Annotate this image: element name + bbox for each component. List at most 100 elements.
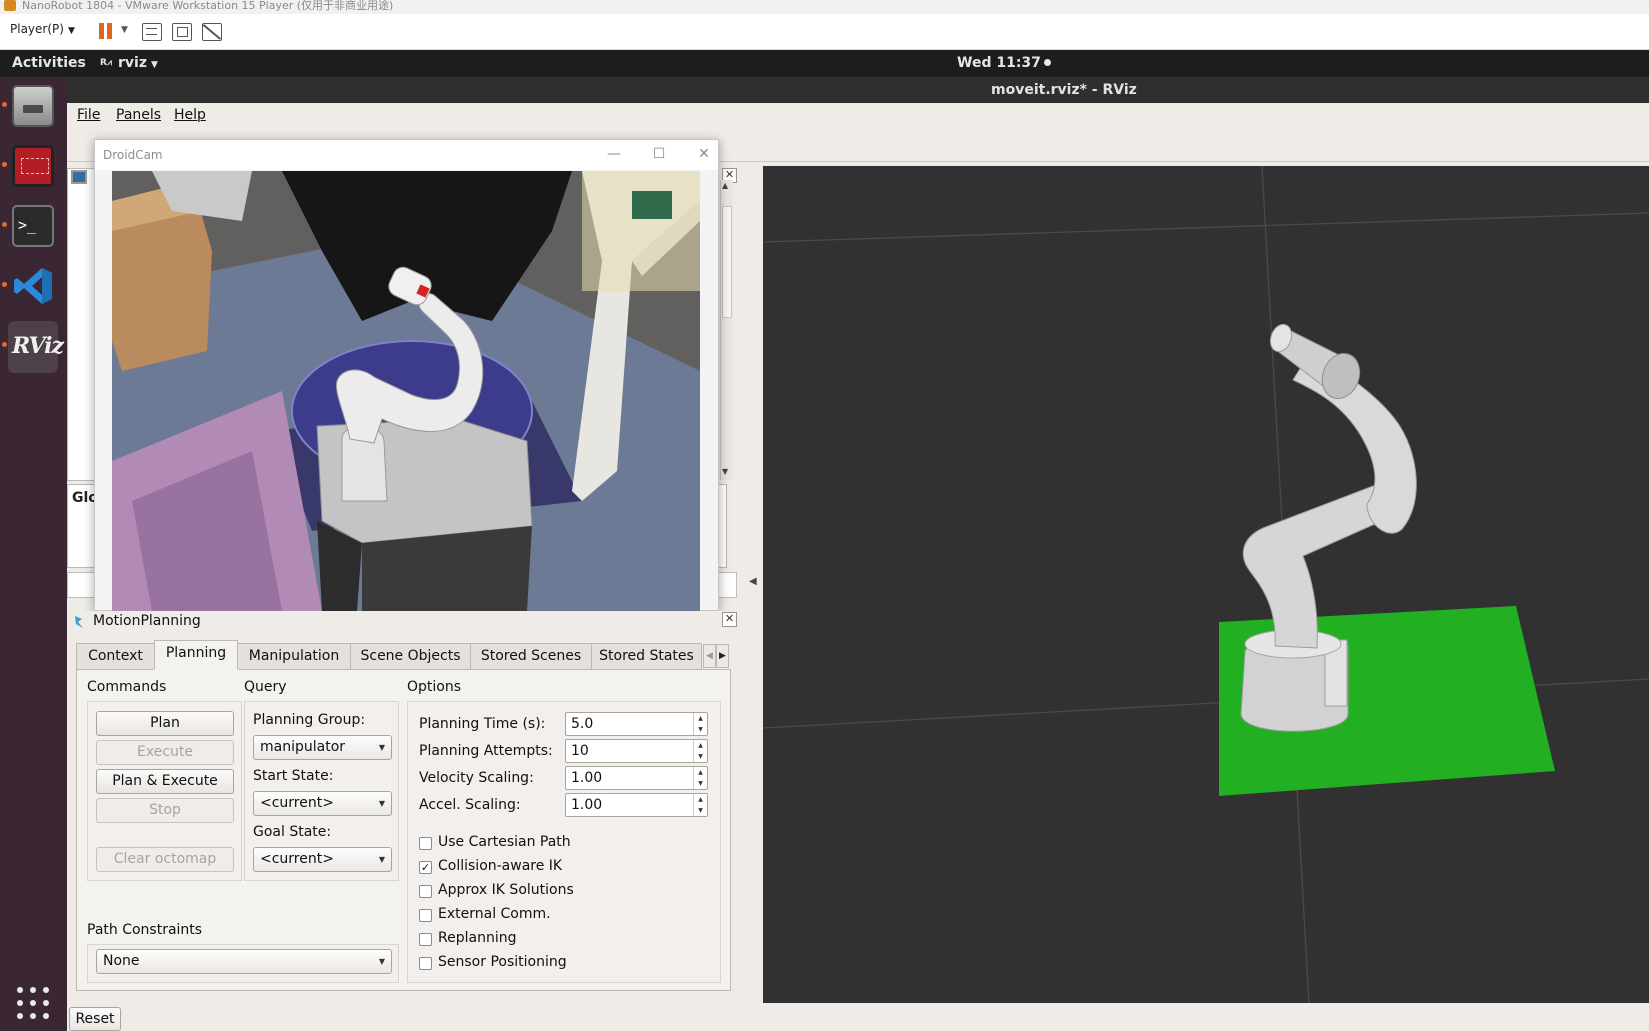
- clock[interactable]: Wed 11:37: [957, 55, 1051, 71]
- spin-up-icon[interactable]: ▲: [693, 740, 707, 751]
- maximize-icon[interactable]: ☐: [644, 145, 674, 165]
- chevron-down-icon: ▼: [378, 743, 385, 752]
- velocity-scaling-label: Velocity Scaling:: [419, 770, 534, 786]
- vmware-logo-icon: [4, 0, 16, 11]
- checkbox-indicator[interactable]: [419, 837, 432, 850]
- player-menu[interactable]: Player(P) ▼: [10, 22, 75, 36]
- pause-icon[interactable]: [98, 23, 114, 39]
- scroll-up-icon[interactable]: ▲: [722, 181, 728, 190]
- query-title: Query: [244, 679, 287, 695]
- vmware-title-bar: NanoRobot 1804 - VMware Workstation 15 P…: [0, 0, 1649, 14]
- planning-time-spinbox[interactable]: 5.0 ▲ ▼: [565, 712, 708, 736]
- path-constraints-select[interactable]: None ▼: [96, 949, 392, 974]
- motion-planning-title: MotionPlanning: [93, 613, 201, 629]
- stop-button[interactable]: Stop: [96, 798, 234, 823]
- planning-time-label: Planning Time (s):: [419, 716, 546, 732]
- running-indicator: [2, 102, 7, 107]
- running-indicator: [2, 282, 7, 287]
- plan-button[interactable]: Plan: [96, 711, 234, 736]
- scroll-down-icon[interactable]: ▼: [722, 467, 728, 476]
- menu-file[interactable]: File: [77, 107, 100, 123]
- terminal-icon[interactable]: >_: [8, 201, 58, 253]
- checkbox-indicator[interactable]: [419, 933, 432, 946]
- system-monitor-icon[interactable]: [8, 141, 58, 193]
- files-icon[interactable]: [8, 81, 58, 133]
- close-icon[interactable]: ✕: [689, 145, 719, 165]
- tab-planning[interactable]: Planning: [154, 640, 238, 670]
- droidcam-window[interactable]: DroidCam — ☐ ✕: [94, 139, 719, 611]
- rviz-menubar: File Panels Help: [67, 103, 1649, 128]
- displays-scrollbar[interactable]: ▲ ▼: [720, 180, 733, 480]
- menu-help[interactable]: Help: [174, 107, 206, 123]
- checkbox-indicator[interactable]: [419, 885, 432, 898]
- spin-down-icon[interactable]: ▼: [693, 724, 707, 735]
- collapse-left-icon[interactable]: ◀: [749, 576, 757, 587]
- vmware-toolbar: Player(P) ▼ ▼: [0, 14, 1649, 50]
- spin-down-icon[interactable]: ▼: [693, 778, 707, 789]
- reset-button[interactable]: Reset: [69, 1007, 121, 1031]
- app-menu-label: rviz: [118, 55, 147, 71]
- screen: NanoRobot 1804 - VMware Workstation 15 P…: [0, 0, 1649, 1031]
- tab-context[interactable]: Context: [76, 643, 155, 669]
- chevron-down-icon: ▼: [378, 855, 385, 864]
- dock: >_ RViz: [0, 77, 67, 1031]
- accel-scaling-spinbox[interactable]: 1.00 ▲ ▼: [565, 793, 708, 817]
- fullscreen-icon[interactable]: [172, 23, 192, 41]
- planning-time-value: 5.0: [571, 716, 594, 732]
- checkbox-indicator[interactable]: [419, 957, 432, 970]
- app-menu[interactable]: R⩘ rviz ▼: [100, 55, 158, 71]
- show-applications-icon[interactable]: [17, 987, 49, 1019]
- tab-stored-states[interactable]: Stored States: [591, 643, 702, 669]
- checkbox-indicator[interactable]: [419, 909, 432, 922]
- start-state-select[interactable]: <current> ▼: [253, 791, 392, 816]
- clear-octomap-button[interactable]: Clear octomap: [96, 847, 234, 872]
- goal-state-label: Goal State:: [253, 824, 332, 840]
- accel-scaling-value: 1.00: [571, 797, 603, 813]
- chevron-down-icon: ▼: [67, 26, 75, 36]
- running-indicator: [2, 162, 7, 167]
- spin-up-icon[interactable]: ▲: [693, 767, 707, 778]
- tab-scroll-right-icon[interactable]: ▶: [716, 644, 729, 668]
- velocity-scaling-spinbox[interactable]: 1.00 ▲ ▼: [565, 766, 708, 790]
- send-keys-icon[interactable]: [142, 23, 162, 41]
- chevron-down-icon[interactable]: ▼: [121, 25, 128, 35]
- planning-group-select[interactable]: manipulator ▼: [253, 735, 392, 760]
- goal-state-value: <current>: [260, 851, 334, 867]
- plan-execute-button[interactable]: Plan & Execute: [96, 769, 234, 794]
- chevron-down-icon: ▼: [378, 957, 385, 966]
- spin-down-icon[interactable]: ▼: [693, 805, 707, 816]
- scrollbar-thumb[interactable]: [722, 206, 732, 318]
- path-constraints-value: None: [103, 953, 140, 969]
- menu-panels[interactable]: Panels: [116, 107, 161, 123]
- tab-manipulation[interactable]: Manipulation: [237, 643, 351, 669]
- chevron-down-icon: ▼: [378, 799, 385, 808]
- checkmark-icon[interactable]: ✓: [419, 861, 432, 874]
- droidcam-title-bar[interactable]: DroidCam — ☐ ✕: [95, 140, 718, 170]
- spin-up-icon[interactable]: ▲: [693, 794, 707, 805]
- spin-down-icon[interactable]: ▼: [693, 751, 707, 762]
- spin-up-icon[interactable]: ▲: [693, 713, 707, 724]
- planning-group-label: Planning Group:: [253, 712, 366, 728]
- tab-scroll-left-icon[interactable]: ◀: [703, 644, 716, 668]
- goal-state-select[interactable]: <current> ▼: [253, 847, 392, 872]
- 3d-viewport[interactable]: [763, 166, 1649, 1003]
- tab-scene-objects[interactable]: Scene Objects: [350, 643, 471, 669]
- close-icon[interactable]: ✕: [722, 612, 737, 627]
- activities-button[interactable]: Activities: [12, 55, 86, 71]
- accel-scaling-label: Accel. Scaling:: [419, 797, 521, 813]
- planning-attempts-label: Planning Attempts:: [419, 743, 553, 759]
- execute-button[interactable]: Execute: [96, 740, 234, 765]
- unity-mode-icon[interactable]: [202, 23, 222, 41]
- player-menu-label: Player(P): [10, 22, 64, 36]
- rviz-icon[interactable]: RViz: [8, 321, 64, 373]
- tab-stored-scenes[interactable]: Stored Scenes: [470, 643, 592, 669]
- start-state-label: Start State:: [253, 768, 334, 784]
- planning-attempts-value: 10: [571, 743, 589, 759]
- vscode-icon[interactable]: [8, 261, 58, 313]
- camera-feed: [112, 171, 700, 611]
- running-indicator: [2, 222, 7, 227]
- planning-attempts-spinbox[interactable]: 10 ▲ ▼: [565, 739, 708, 763]
- motion-planning-header: MotionPlanning: [67, 611, 737, 633]
- rviz-window-title-bar: moveit.rviz* - RViz: [67, 77, 1649, 103]
- minimize-icon[interactable]: —: [599, 145, 629, 165]
